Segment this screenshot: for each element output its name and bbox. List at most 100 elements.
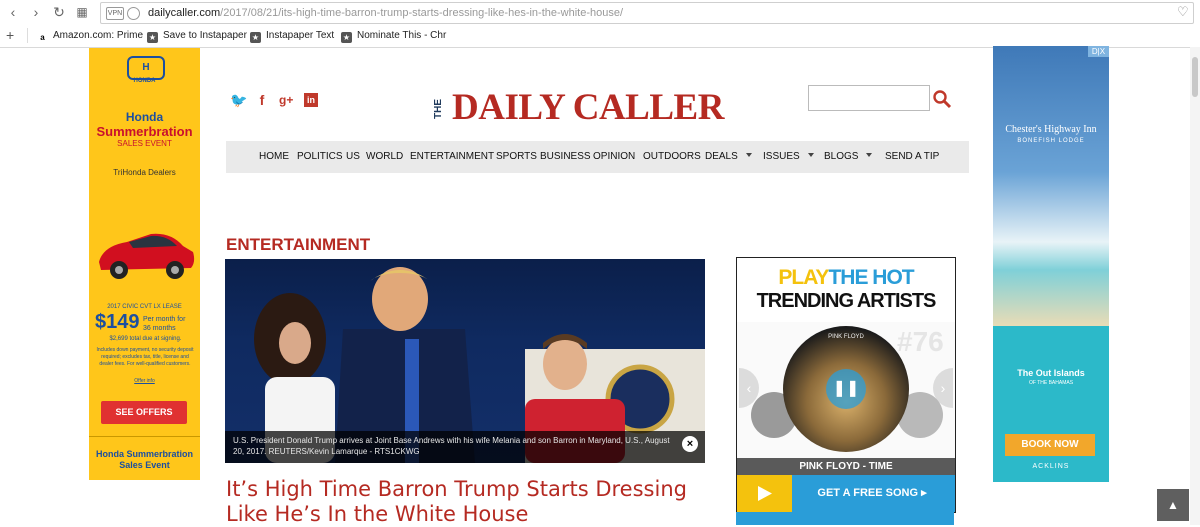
ad-headline-3: SALES EVENT (117, 139, 172, 148)
book-now-button[interactable]: BOOK NOW (1005, 434, 1095, 456)
chevron-down-icon (745, 153, 752, 157)
chevron-down-icon (866, 153, 873, 157)
ad-brand-1: The Out Islands (1017, 368, 1085, 378)
album-label: PINK FLOYD (828, 334, 864, 340)
linkedin-icon[interactable]: in (304, 93, 318, 107)
nav-outdoors[interactable]: OUTDOORS (643, 141, 701, 173)
nav-us[interactable]: US (346, 141, 360, 173)
nav-opinion[interactable]: OPINION (593, 141, 635, 173)
bookmark-amazon[interactable]: a Amazon.com: Prime (37, 27, 143, 44)
page-scrollbar[interactable] (1190, 47, 1200, 525)
bookmark-save-instapaper[interactable]: ★ Save to Instapaper (147, 27, 247, 44)
url-path: /2017/08/21/its-high-time-barron-trump-s… (220, 7, 624, 19)
globe-icon (127, 7, 140, 20)
ad-fine-print: Includes down payment, no security depos… (96, 347, 194, 367)
logo-the: THE (433, 99, 444, 119)
nav-issues-label: ISSUES (763, 151, 800, 162)
bookmark-label: Amazon.com: Prime (53, 30, 144, 41)
photo-caption-bar: U.S. President Donald Trump arrives at J… (225, 431, 705, 463)
nav-politics[interactable]: POLITICS (297, 141, 343, 173)
track-title: PINK FLOYD - TIME (737, 458, 955, 475)
forward-icon[interactable]: › (27, 3, 45, 21)
ad-headline-2: Summerbration (96, 124, 193, 139)
music-widget[interactable]: PLAYTHE HOT TRENDING ARTISTS ‹ › ❚❚ PINK… (736, 257, 956, 513)
widget-line-1: PLAYTHE HOT (737, 266, 955, 290)
album-rank: #76 (897, 326, 944, 357)
reload-icon[interactable]: ↻ (50, 3, 68, 21)
ad-brand-panel (993, 326, 1109, 482)
nav-blogs-label: BLOGS (824, 151, 859, 162)
nav-deals[interactable]: DEALS (705, 141, 752, 173)
ad-due: $2,699 total due at signing. (109, 336, 182, 342)
vpn-badge[interactable]: VPN (106, 7, 124, 20)
ad-hotel-sub: BONEFISH LODGE (1017, 138, 1085, 144)
ad-footer: Honda Summerbration Sales Event (95, 449, 193, 470)
see-offers-button[interactable]: SEE OFFERS (101, 401, 187, 424)
play-button[interactable] (737, 475, 792, 512)
album-carousel[interactable]: ‹ › ❚❚ PINK FLOYD #76 (737, 322, 955, 458)
article-headline[interactable]: It’s High Time Barron Trump Starts Dress… (226, 477, 726, 527)
nav-send-a-tip[interactable]: SEND A TIP (885, 141, 939, 173)
close-icon[interactable]: × (682, 436, 698, 452)
bookmark-divider (27, 28, 28, 43)
left-ad-honda[interactable]: H HONDA Honda Summerbration SALES EVENT … (89, 48, 200, 480)
amazon-icon: a (37, 32, 48, 43)
main-nav: HOME POLITICS US WORLD ENTERTAINMENT SPO… (226, 141, 969, 173)
back-icon[interactable]: ‹ (4, 3, 22, 21)
scroll-to-top-button[interactable]: ▲ (1157, 489, 1189, 521)
search-input[interactable] (808, 85, 930, 111)
nav-home[interactable]: HOME (259, 141, 289, 173)
article-hero-image: U.S. President Donald Trump arrives at J… (225, 259, 705, 463)
ad-brand-2: OF THE BAHAMAS (1028, 380, 1074, 386)
nav-business[interactable]: BUSINESS (540, 141, 591, 173)
ad-dealer: TriHonda Dealers (113, 168, 176, 177)
nav-sports[interactable]: SPORTS (496, 141, 537, 173)
scrollbar-thumb[interactable] (1192, 57, 1198, 97)
browser-chrome: ‹ › ↻ ▦ VPN dailycaller.com/2017/08/21/i… (0, 0, 1200, 48)
twitter-icon[interactable]: 🐦 (230, 93, 247, 107)
widget-the-hot: THE HOT (828, 266, 914, 289)
right-ad-bahamas[interactable]: D|X Chester's Highway Inn BONEFISH LODGE… (993, 46, 1109, 482)
url-text[interactable]: dailycaller.com/2017/08/21/its-high-time… (148, 5, 623, 21)
star-icon: ★ (341, 32, 352, 43)
ad-price: $149 (95, 311, 140, 333)
nav-world[interactable]: WORLD (366, 141, 403, 173)
ad-hotel-name: Chester's Highway Inn (1005, 124, 1097, 135)
address-bar[interactable]: VPN dailycaller.com/2017/08/21/its-high-… (100, 2, 1194, 24)
add-bookmark-icon[interactable]: + (6, 27, 14, 44)
facebook-icon[interactable]: f (255, 93, 269, 107)
nav-blogs[interactable]: BLOGS (824, 141, 873, 173)
speed-dial-icon[interactable]: ▦ (73, 3, 91, 21)
nav-entertainment[interactable]: ENTERTAINMENT (410, 141, 494, 173)
logo-name: DAILY CALLER (452, 87, 724, 128)
heart-icon[interactable]: ♡ (1177, 4, 1189, 20)
site-logo[interactable]: THE DAILY CALLER (432, 88, 724, 128)
search-icon[interactable] (932, 89, 952, 109)
widget-play-word: PLAY (778, 266, 829, 289)
section-label[interactable]: ENTERTAINMENT (226, 235, 370, 255)
bookmark-label: Instapaper Text (266, 30, 335, 41)
widget-footer-strip (736, 512, 954, 525)
browser-navbar: ‹ › ↻ ▦ VPN dailycaller.com/2017/08/21/i… (0, 0, 1200, 24)
star-icon: ★ (147, 32, 158, 43)
bookmark-instapaper-text[interactable]: ★ Instapaper Text (250, 27, 334, 44)
ad-offer-info-link[interactable]: Offer info (89, 378, 200, 384)
ad-price-terms-1: Per month for (143, 316, 186, 323)
album-cover[interactable]: ❚❚ PINK FLOYD (783, 326, 909, 452)
ad-model: 2017 CIVIC CVT LX LEASE (107, 304, 182, 310)
ad-beach-image (993, 46, 1109, 326)
chevron-down-icon (807, 153, 814, 157)
bookmark-nominate-this[interactable]: ★ Nominate This - Chr (341, 27, 446, 44)
ad-headline-1: Honda (125, 110, 164, 124)
ad-divider (89, 436, 200, 437)
adchoices-icon[interactable]: D|X (1088, 46, 1109, 57)
ad-footer: ACKLINS (1032, 463, 1070, 470)
pause-icon[interactable]: ❚❚ (826, 369, 866, 409)
nav-issues[interactable]: ISSUES (763, 141, 814, 173)
nav-deals-label: DEALS (705, 151, 738, 162)
bookmarks-bar: + a Amazon.com: Prime ★ Save to Instapaper… (0, 25, 1200, 46)
get-free-song-label: GET A FREE SONG ▸ (817, 487, 927, 499)
honda-logo-icon: H (127, 56, 165, 80)
google-plus-icon[interactable]: g+ (279, 93, 293, 107)
get-free-song-button[interactable]: GET A FREE SONG ▸ (737, 475, 955, 512)
